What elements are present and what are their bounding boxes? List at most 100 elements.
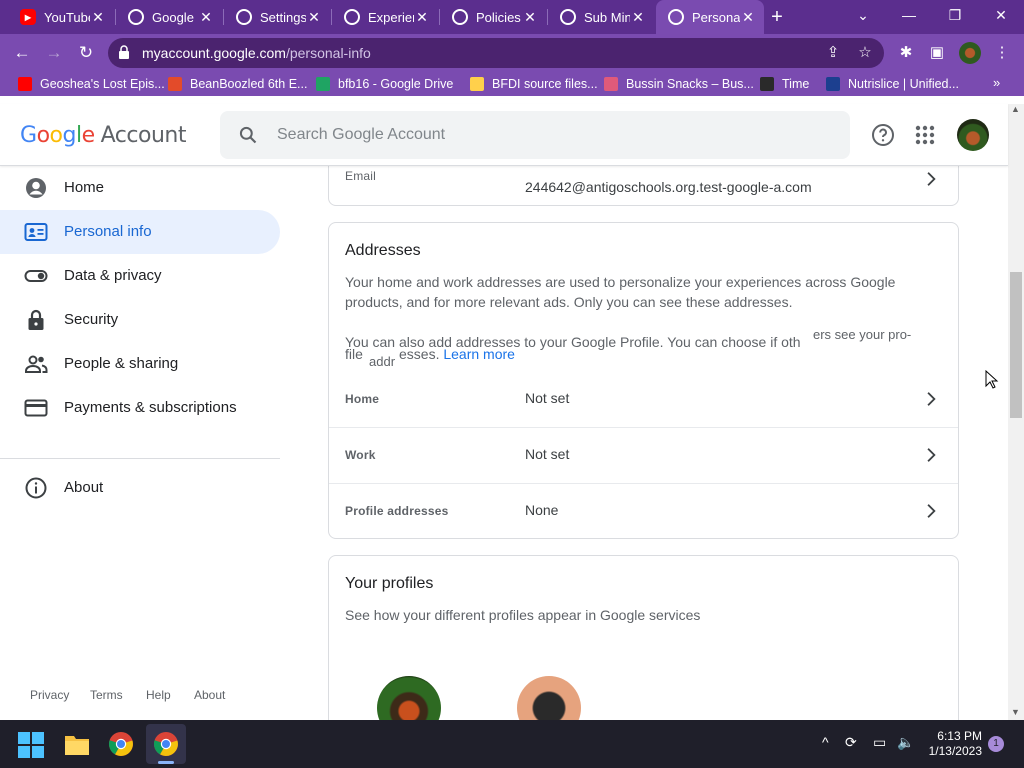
- google-account-logo[interactable]: Google Account: [20, 123, 186, 148]
- menu-dots-icon[interactable]: ⋮: [993, 44, 1011, 62]
- sync-icon[interactable]: ⟳: [845, 734, 857, 751]
- google-wordmark: Google: [20, 123, 95, 148]
- share-icon[interactable]: ⇪: [824, 44, 842, 62]
- account-avatar[interactable]: [957, 119, 989, 151]
- file-explorer-icon[interactable]: [64, 732, 90, 756]
- help-icon[interactable]: [871, 123, 895, 147]
- chrome-icon[interactable]: [108, 731, 134, 757]
- system-clock[interactable]: 6:13 PM 1/13/2023: [920, 729, 982, 759]
- browser-tab[interactable]: Settings ✕: [224, 0, 330, 34]
- chrome-profile-taskbar-item[interactable]: [146, 724, 186, 764]
- sidebar-nav: Home Personal info Data & privacy Security P…: [0, 166, 290, 720]
- bookmark-item[interactable]: Geoshea's Lost Epis...: [18, 75, 165, 93]
- sidebar-item-security[interactable]: Security: [0, 298, 280, 342]
- chevron-right-icon: [927, 504, 936, 518]
- bookmark-item[interactable]: BFDI source files...: [470, 75, 598, 93]
- profile-avatar-ninja[interactable]: [517, 676, 581, 720]
- browser-tab[interactable]: Experien✕: [332, 0, 438, 34]
- wordmark-letter: G: [20, 123, 37, 148]
- profile-addresses-note-end: esses. Learn more: [399, 344, 599, 364]
- notification-badge[interactable]: 1: [988, 736, 1004, 752]
- close-tab-icon[interactable]: ✕: [90, 9, 106, 26]
- back-button[interactable]: ←: [8, 39, 36, 67]
- profiles-title: Your profiles: [345, 575, 434, 592]
- windows-start-icon[interactable]: [18, 732, 44, 758]
- search-input[interactable]: Search Google Account: [220, 111, 850, 159]
- footer-link-privacy[interactable]: Privacy: [30, 688, 69, 702]
- display-icon[interactable]: ▭: [873, 734, 886, 751]
- chevron-up-icon[interactable]: ^: [822, 734, 829, 750]
- toggle-icon: [24, 270, 48, 282]
- email-label: Email: [345, 169, 377, 183]
- extensions-icon[interactable]: ✱: [897, 44, 915, 62]
- addresses-title: Addresses: [345, 242, 421, 259]
- scroll-up-icon[interactable]: ▲: [1011, 104, 1020, 114]
- arrow-right-icon: →: [45, 43, 63, 62]
- addresses-card: Addresses Your home and work addresses a…: [328, 222, 959, 539]
- footer-link-terms[interactable]: Terms: [90, 688, 123, 702]
- close-window-button[interactable]: ✕: [978, 0, 1024, 30]
- sidebar-divider: [0, 458, 280, 459]
- browser-tab[interactable]: Google ✕: [116, 0, 222, 34]
- footer-link-help[interactable]: Help: [146, 688, 171, 702]
- bookmark-item[interactable]: Time: [760, 75, 809, 93]
- minimize-button[interactable]: —: [886, 0, 932, 30]
- star-icon[interactable]: ☆: [856, 44, 874, 62]
- close-tab-icon[interactable]: ✕: [522, 9, 538, 26]
- tab-separator: [547, 9, 548, 25]
- address-row-home[interactable]: Home Not set: [329, 371, 958, 427]
- bookmark-label: BFDI source files...: [492, 77, 598, 91]
- id-card-icon: [24, 223, 48, 241]
- profile-avatar[interactable]: [959, 42, 981, 64]
- close-tab-icon[interactable]: ✕: [630, 9, 646, 26]
- bookmark-item[interactable]: Bussin Snacks – Bus...: [604, 75, 754, 93]
- scroll-down-icon[interactable]: ▼: [1011, 707, 1020, 717]
- browser-tab[interactable]: Persona ✕: [656, 0, 764, 34]
- sidebar-item-payments-subscriptions[interactable]: Payments & subscriptions: [0, 386, 280, 430]
- footer-link-about[interactable]: About: [194, 688, 225, 702]
- browser-tab[interactable]: ▶ YouTube ✕: [8, 0, 114, 34]
- bookmark-label: Geoshea's Lost Epis...: [40, 77, 165, 91]
- windows-taskbar: ^ ⟳ ▭ 🔈 6:13 PM 1/13/2023 1: [0, 720, 1024, 768]
- browser-tab[interactable]: Policies ✕: [440, 0, 546, 34]
- scrollbar-thumb[interactable]: [1010, 272, 1022, 418]
- address-bar[interactable]: myaccount.google.com/personal-info ⇪ ☆: [108, 38, 884, 68]
- sidebar-item-personal-info[interactable]: Personal info: [0, 210, 280, 254]
- sidebar-item-people-sharing[interactable]: People & sharing: [0, 342, 280, 386]
- tab-separator: [115, 9, 116, 25]
- chevron-right-icon: [927, 172, 936, 186]
- apps-grid-icon[interactable]: [913, 123, 937, 147]
- bookmark-item[interactable]: Nutrislice | Unified...: [826, 75, 959, 93]
- sidebar-item-home[interactable]: Home: [0, 166, 280, 210]
- volume-icon[interactable]: 🔈: [897, 734, 914, 751]
- tab-search-button[interactable]: ⌄: [840, 0, 886, 30]
- sidebar-item-label: Personal info: [64, 223, 152, 240]
- new-tab-button[interactable]: +: [760, 0, 794, 34]
- reload-button[interactable]: ↻: [72, 39, 100, 67]
- close-tab-icon[interactable]: ✕: [198, 9, 214, 26]
- restore-button[interactable]: ❐: [932, 0, 978, 30]
- learn-more-link[interactable]: Learn more: [443, 346, 515, 362]
- chevron-down-icon: ⌄: [857, 6, 869, 23]
- sidebar-item-about[interactable]: About: [0, 466, 280, 510]
- sidebar-item-data-privacy[interactable]: Data & privacy: [0, 254, 280, 298]
- close-tab-icon[interactable]: ✕: [306, 9, 322, 26]
- more-bookmarks-icon[interactable]: »: [993, 75, 1000, 90]
- tab-title: Persona: [692, 9, 740, 25]
- address-row-profile-addresses[interactable]: Profile addresses None: [329, 483, 958, 539]
- forward-button[interactable]: →: [40, 39, 68, 67]
- side-panel-icon[interactable]: ▣: [928, 44, 946, 62]
- profile-avatar-google[interactable]: [377, 676, 441, 720]
- close-tab-icon[interactable]: ✕: [740, 9, 756, 26]
- wordmark-letter: e: [81, 123, 96, 148]
- bookmark-favicon-icon: [316, 77, 330, 91]
- url-text: myaccount.google.com/personal-info: [142, 45, 371, 61]
- address-row-value: Not set: [525, 390, 570, 406]
- address-row-work[interactable]: Work Not set: [329, 427, 958, 483]
- bookmark-item[interactable]: bfb16 - Google Drive: [316, 75, 453, 93]
- bookmark-item[interactable]: BeanBoozled 6th E...: [168, 75, 307, 93]
- close-tab-icon[interactable]: ✕: [414, 9, 430, 26]
- browser-tab[interactable]: Sub Min ✕: [548, 0, 654, 34]
- browser-toolbar: ← → ↻ myaccount.google.com/personal-info…: [0, 34, 1024, 72]
- profile-addresses-note-overlap: ers see your pro-: [813, 327, 912, 342]
